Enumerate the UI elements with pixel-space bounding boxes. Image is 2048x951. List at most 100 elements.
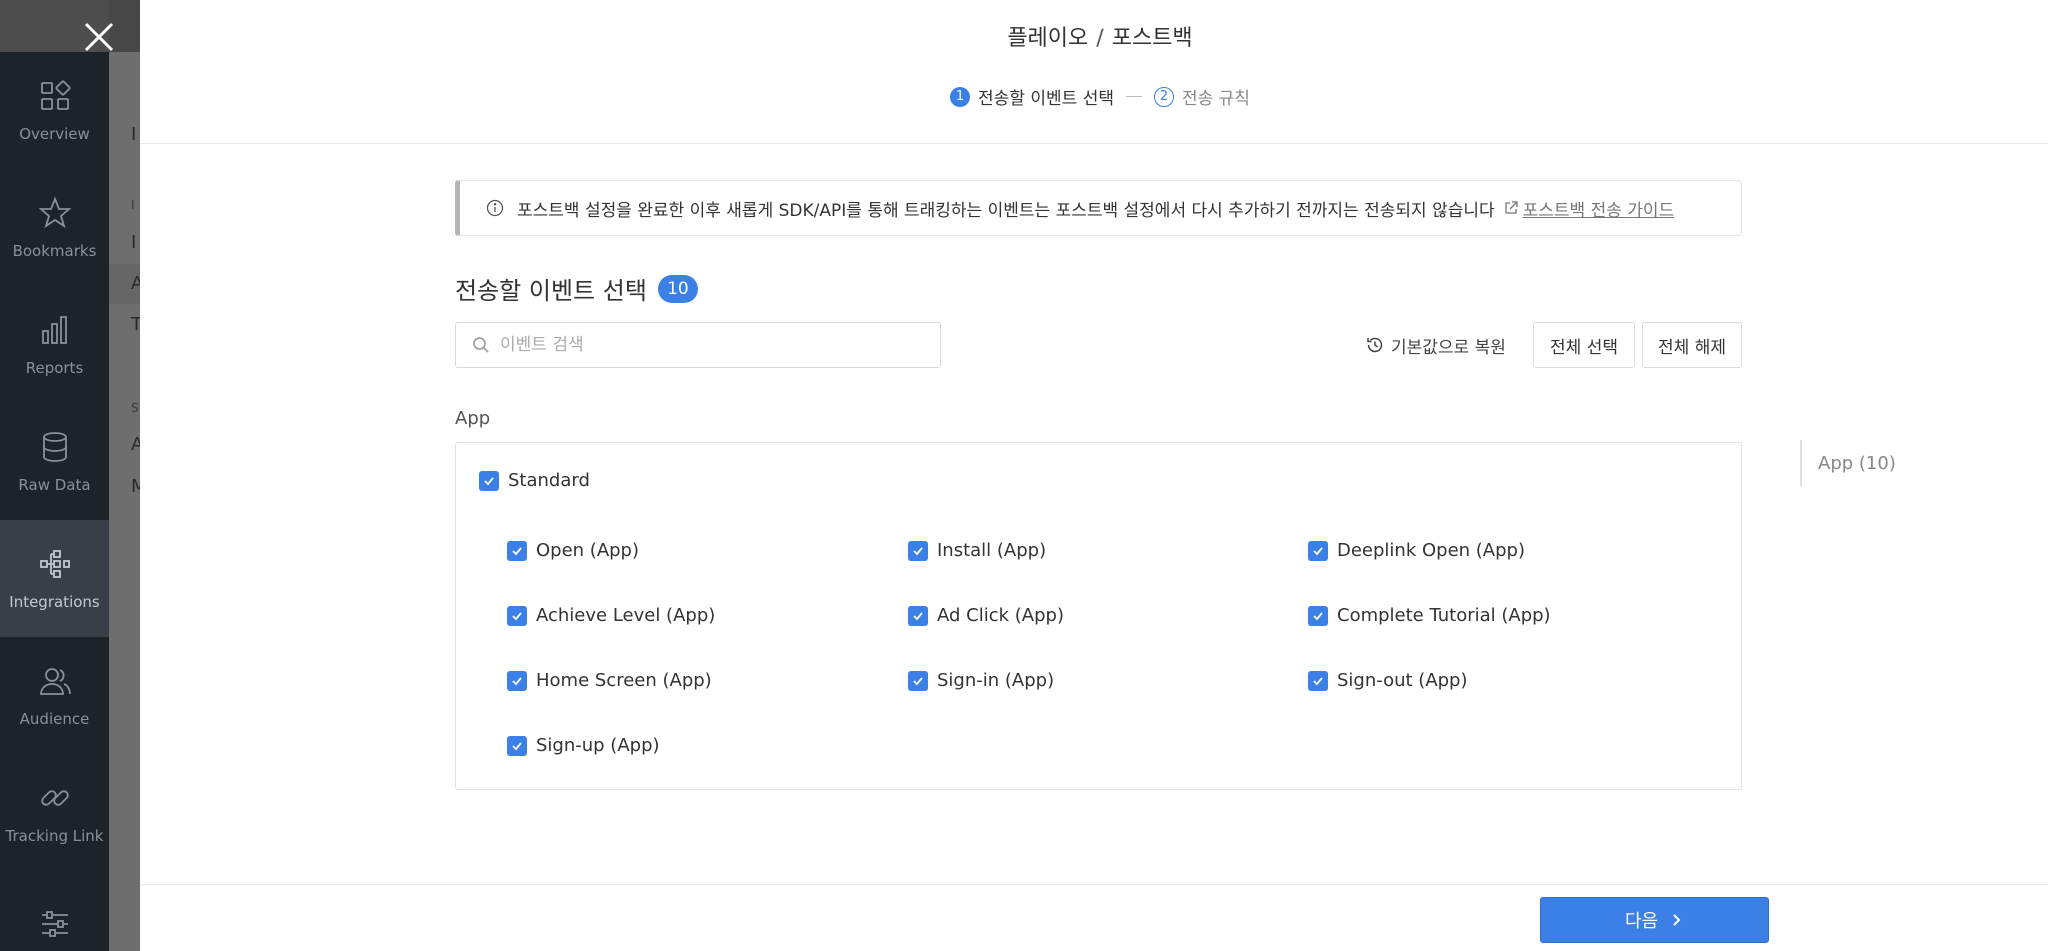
sidebar-item-integrations[interactable]: Integrations: [0, 520, 109, 637]
next-button[interactable]: 다음: [1540, 897, 1769, 943]
sidebar-item-label: Raw Data: [18, 475, 91, 494]
integrations-icon: [39, 549, 70, 578]
sidebar-item-tracking-link[interactable]: Tracking Link: [0, 754, 109, 871]
sidebar-item-reports[interactable]: Reports: [0, 286, 109, 403]
modal-title-separator: /: [1096, 26, 1104, 51]
sidebar-item-label: Integrations: [9, 592, 100, 611]
checkbox[interactable]: [507, 540, 527, 561]
modal-title-page: 포스트백: [1111, 26, 1193, 51]
event-label: Ad Click (App): [937, 605, 1064, 626]
event-label: Home Screen (App): [536, 670, 712, 691]
checkbox[interactable]: [1308, 605, 1328, 626]
event-label: Achieve Level (App): [536, 605, 716, 626]
search-input[interactable]: [500, 335, 920, 355]
sidebar-item-label: Overview: [19, 124, 90, 143]
step-label: 전송 규칙: [1181, 89, 1250, 109]
database-icon: [42, 431, 67, 462]
sidebar-item-bookmarks[interactable]: Bookmarks: [0, 169, 109, 286]
event-label: Complete Tutorial (App): [1337, 605, 1551, 626]
notice-text: 포스트백 설정을 완료한 이후 새롭게 SDK/API를 통해 트래킹하는 이벤…: [517, 200, 1495, 221]
modal-header: 플레이오 / 포스트백 1 전송할 이벤트 선택 2 전송 규칙: [140, 0, 2048, 144]
info-icon: [486, 199, 504, 217]
external-link-icon: [1504, 201, 1518, 214]
event-checkbox[interactable]: Sign-up (App): [507, 735, 660, 756]
background-text: I: [131, 124, 137, 145]
event-label: Sign-out (App): [1337, 670, 1468, 691]
sidebar-item-audience[interactable]: Audience: [0, 637, 109, 754]
search-icon: [473, 337, 489, 353]
deselect-all-button[interactable]: 전체 해제: [1642, 322, 1742, 368]
checkbox[interactable]: [908, 670, 928, 691]
sidebar-item-label: Reports: [25, 358, 84, 377]
check-icon: [1313, 676, 1323, 685]
sidebar-item-label: Tracking Link: [5, 826, 104, 845]
event-checkbox[interactable]: Achieve Level (App): [507, 605, 715, 626]
check-icon: [1313, 546, 1323, 555]
event-checkbox[interactable]: Complete Tutorial (App): [1308, 605, 1551, 626]
checkbox[interactable]: [507, 670, 527, 691]
event-list-box: Standard Open (App) Install (App) Deepli…: [455, 442, 1742, 790]
postback-guide-link[interactable]: 포스트백 전송 가이드: [1523, 196, 1675, 221]
event-label: Sign-in (App): [937, 670, 1055, 691]
checkbox[interactable]: [507, 735, 527, 756]
event-checkbox[interactable]: Open (App): [507, 540, 639, 561]
restore-defaults-button[interactable]: 기본값으로 복원: [1365, 322, 1506, 368]
sidebar-item-overview[interactable]: Overview: [0, 52, 109, 169]
event-search[interactable]: [455, 322, 941, 368]
overview-icon: [40, 79, 71, 110]
event-checkbox[interactable]: Sign-in (App): [908, 670, 1054, 691]
checkbox[interactable]: [1308, 540, 1328, 561]
step-1: 1 전송할 이벤트 선택: [950, 84, 1114, 109]
next-button-label: 다음: [1624, 911, 1659, 932]
step-number: 1: [950, 86, 971, 107]
section-title: 전송할 이벤트 선택 10: [455, 271, 698, 306]
event-checkbox[interactable]: Ad Click (App): [908, 605, 1064, 626]
sidebar-item-raw-data[interactable]: Raw Data: [0, 403, 109, 520]
history-icon: [1367, 337, 1383, 353]
check-icon: [913, 676, 923, 685]
event-label: Deeplink Open (App): [1337, 540, 1525, 561]
section-title-text: 전송할 이벤트 선택: [455, 277, 647, 305]
category-checkbox-standard[interactable]: Standard: [479, 470, 590, 491]
sliders-icon: [41, 910, 68, 937]
checkbox[interactable]: [507, 605, 527, 626]
modal-title-app: 플레이오: [1007, 26, 1089, 51]
check-icon: [512, 676, 522, 685]
sidebar-item-settings[interactable]: [0, 871, 109, 951]
check-icon: [512, 546, 522, 555]
group-label: App: [455, 408, 491, 429]
step-label: 전송할 이벤트 선택: [978, 89, 1114, 109]
modal-title: 플레이오 / 포스트백: [140, 20, 2048, 52]
chevron-right-icon: [1673, 914, 1681, 926]
category-label: Standard: [508, 470, 590, 491]
modal-footer: 다음: [140, 884, 2048, 951]
step-number: 2: [1153, 86, 1174, 107]
restore-defaults-label: 기본값으로 복원: [1391, 337, 1506, 358]
check-icon: [1313, 611, 1323, 620]
select-all-button[interactable]: 전체 선택: [1533, 322, 1635, 368]
info-notice: 포스트백 설정을 완료한 이후 새롭게 SDK/API를 통해 트래킹하는 이벤…: [455, 180, 1742, 236]
link-icon: [40, 789, 69, 806]
event-checkbox[interactable]: Sign-out (App): [1308, 670, 1468, 691]
background-text: I: [131, 198, 135, 212]
event-label: Install (App): [937, 540, 1047, 561]
event-checkbox[interactable]: Home Screen (App): [507, 670, 712, 691]
checkbox[interactable]: [1308, 670, 1328, 691]
app-sidebar: Overview Bookmarks Reports Raw Data Inte…: [0, 0, 109, 951]
selected-count-badge: 10: [657, 274, 698, 303]
check-icon: [913, 611, 923, 620]
close-icon: [84, 22, 114, 52]
event-checkbox[interactable]: Install (App): [908, 540, 1046, 561]
checkbox[interactable]: [908, 605, 928, 626]
checkbox[interactable]: [908, 540, 928, 561]
bar-chart-icon: [41, 315, 67, 344]
check-icon: [512, 741, 522, 750]
event-checkbox[interactable]: Deeplink Open (App): [1308, 540, 1525, 561]
close-modal-button[interactable]: [76, 14, 122, 60]
check-icon: [512, 611, 522, 620]
event-label: Open (App): [536, 540, 640, 561]
checkbox[interactable]: [479, 470, 499, 491]
step-2: 2 전송 규칙: [1153, 84, 1250, 109]
audience-icon: [39, 667, 71, 695]
side-index-app[interactable]: App (10): [1800, 440, 1896, 486]
